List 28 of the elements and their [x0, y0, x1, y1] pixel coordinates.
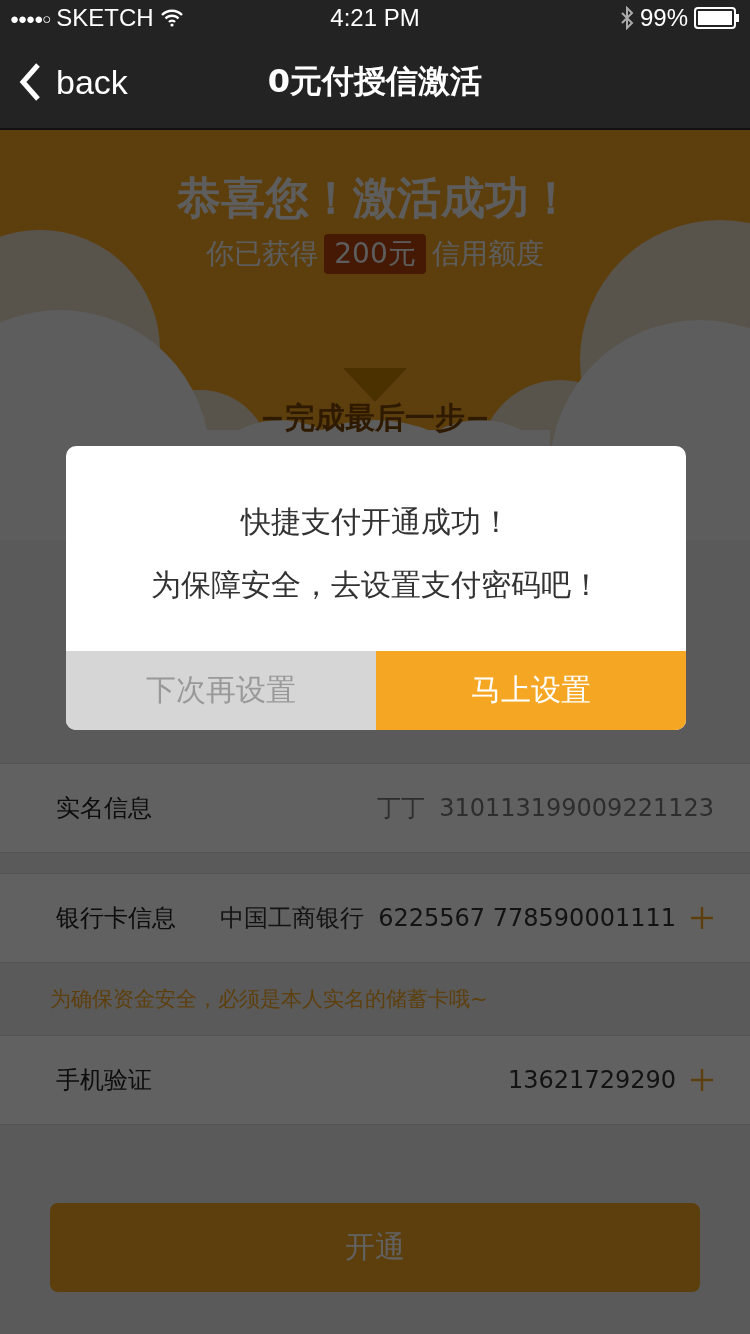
signal-strength: ●●●●○ — [10, 9, 51, 27]
add-icon[interactable] — [690, 1068, 714, 1092]
add-icon[interactable] — [690, 906, 714, 930]
field-value: 13621729290 — [508, 1066, 676, 1094]
later-button[interactable]: 下次再设置 — [66, 651, 376, 730]
status-time: 4:21 PM — [329, 4, 421, 32]
field-value: 中国工商银行 — [220, 903, 365, 934]
battery-icon — [694, 7, 740, 29]
field-value: 6225567 778590001111 — [378, 904, 676, 932]
carrier-name: SKETCH — [56, 4, 154, 32]
credit-text: 你已获得 — [206, 236, 319, 272]
field-label: 手机验证 — [56, 1065, 152, 1096]
submit-button[interactable]: 开通 — [50, 1203, 700, 1292]
credit-text: 信用额度 — [431, 236, 544, 272]
dialog-message: 为保障安全，去设置支付密码吧！ — [151, 565, 601, 604]
credit-amount: 200元 — [324, 234, 426, 274]
field-label: 实名信息 — [56, 793, 152, 824]
success-headline: 恭喜您！激活成功！ — [177, 171, 573, 225]
bluetooth-icon — [619, 6, 634, 30]
confirm-button[interactable]: 马上设置 — [376, 651, 686, 730]
page-title: 0元付授信激活 — [266, 61, 484, 102]
back-button[interactable]: back — [0, 62, 128, 102]
warning-note: 为确保资金安全，必须是本人实名的储蓄卡哦~ — [50, 986, 488, 1013]
battery-percent: 99% — [639, 4, 688, 32]
dialog-message: 快捷支付开通成功！ — [241, 502, 511, 541]
chevron-left-icon — [18, 62, 42, 102]
wifi-icon — [159, 9, 184, 27]
field-label: 银行卡信息 — [56, 903, 176, 934]
